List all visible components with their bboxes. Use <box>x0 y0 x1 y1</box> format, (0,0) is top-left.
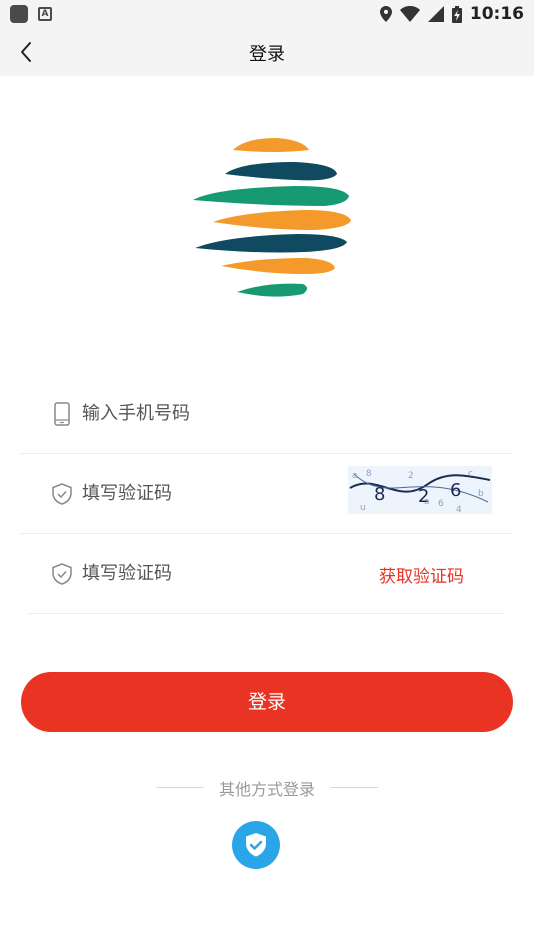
svg-text:c: c <box>468 469 473 479</box>
svg-text:u: u <box>360 503 366 513</box>
wifi-icon <box>399 6 420 22</box>
captcha-input[interactable] <box>82 478 342 508</box>
captcha-char: 2 <box>418 486 429 507</box>
a-badge-icon: A <box>38 7 52 21</box>
battery-icon <box>451 5 462 23</box>
svg-text:4: 4 <box>456 505 462 514</box>
sms-code-input[interactable] <box>82 558 342 588</box>
shield-check-icon <box>52 563 72 585</box>
shield-login-button[interactable] <box>232 821 280 869</box>
svg-text:a: a <box>352 471 358 481</box>
svg-text:b: b <box>478 489 484 499</box>
nav-bar: 登录 <box>0 28 534 76</box>
striped-globe-logo <box>193 138 351 297</box>
captcha-image[interactable]: a82 c6u ab4 8 2 6 <box>348 466 492 514</box>
phone-input[interactable] <box>82 398 342 428</box>
clock: 10:16 <box>469 4 524 24</box>
login-button[interactable]: 登录 <box>21 672 513 732</box>
location-icon <box>379 6 392 22</box>
login-page: A 10:16 登录 输入手机号码 填写验证码 a 8 2 c 6 u a b … <box>0 0 534 950</box>
captcha-char: 8 <box>374 484 385 505</box>
phone-icon <box>54 402 70 426</box>
shield-check-icon <box>52 483 72 505</box>
shield-check-icon <box>246 833 266 857</box>
svg-text:6: 6 <box>438 499 444 509</box>
svg-text:8: 8 <box>366 469 372 479</box>
signal-icon <box>427 6 444 22</box>
status-bar: A 10:16 <box>0 0 534 28</box>
page-title: 登录 <box>249 44 285 65</box>
captcha-row: a82 c6u ab4 8 2 6 <box>20 454 512 534</box>
other-login-label: 其他方式登录 <box>218 780 315 799</box>
divider-right <box>330 787 378 788</box>
phone-row <box>20 374 512 454</box>
app-square-icon <box>10 5 28 23</box>
svg-text:2: 2 <box>408 471 414 481</box>
get-code-button[interactable]: 获取验证码 <box>379 562 464 587</box>
sms-code-row: 获取验证码 <box>28 534 504 614</box>
captcha-char: 6 <box>450 480 461 501</box>
